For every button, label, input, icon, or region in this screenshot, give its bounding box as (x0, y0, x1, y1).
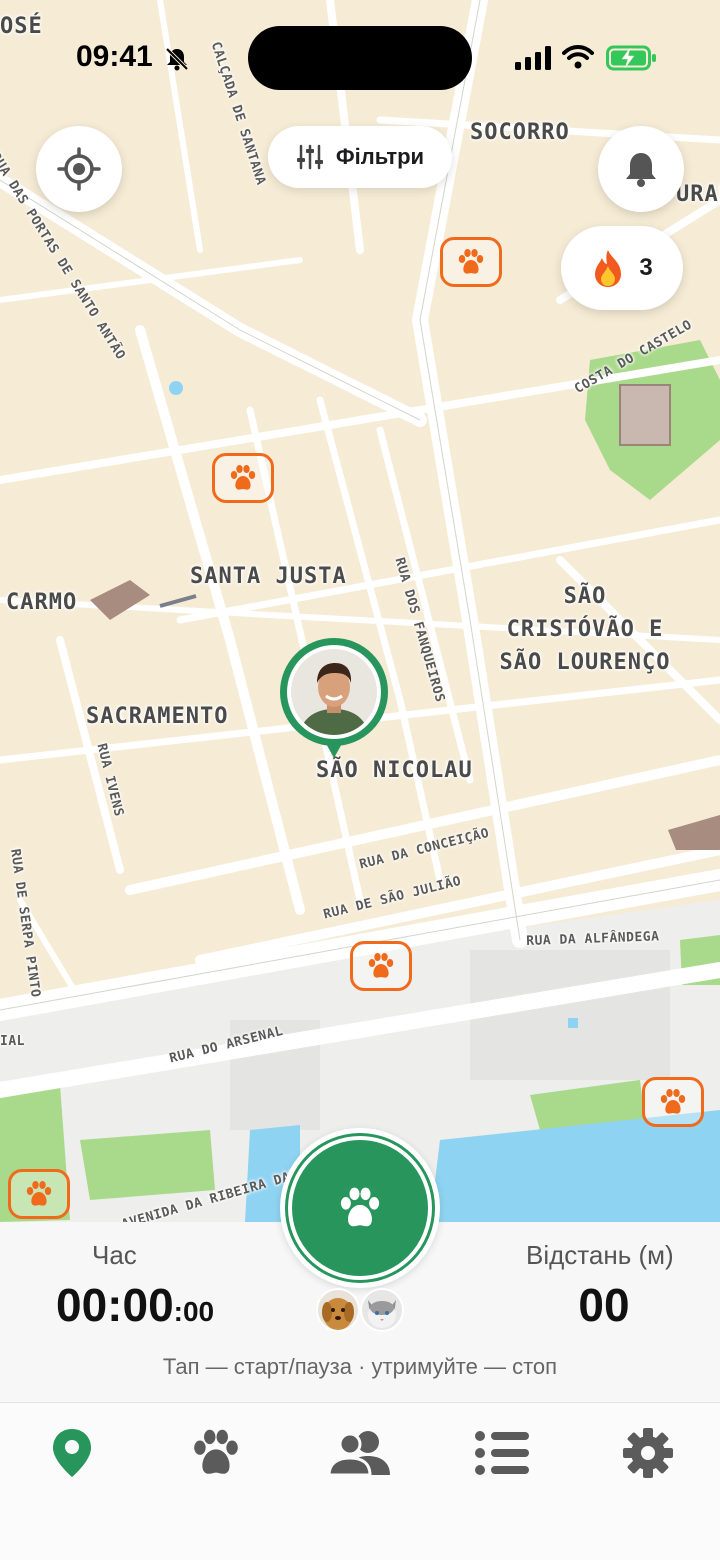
district-label-sao-cristovao: SÃO CRISTÓVÃO E SÃO LOURENÇO (490, 580, 680, 679)
district-line-3: SÃO LOURENÇO (499, 650, 671, 675)
district-line-1: SÃO (563, 584, 607, 609)
paw-icon (340, 1187, 380, 1227)
filters-button[interactable]: Фільтри (268, 126, 452, 188)
paw-icon (26, 1181, 52, 1206)
streak-count: 3 (639, 254, 653, 281)
distance-value: 00 (578, 1279, 630, 1331)
paw-marker[interactable] (350, 941, 412, 991)
district-label-urar: URAR (676, 182, 720, 207)
gear-icon (623, 1428, 673, 1478)
paw-icon (230, 465, 256, 490)
start-walk-button[interactable] (280, 1128, 440, 1288)
district-label-sacramento: SACRAMENTO (86, 704, 229, 729)
map-pin-icon (53, 1429, 91, 1477)
start-walk-button-inner (288, 1136, 432, 1280)
user-pin-ring (280, 638, 388, 746)
cat-avatar (362, 1290, 402, 1330)
dog-avatar (318, 1290, 358, 1330)
user-avatar (287, 645, 381, 739)
notifications-button[interactable] (598, 126, 684, 212)
district-label-santa-justa: SANTA JUSTA (190, 564, 347, 589)
wifi-icon (562, 45, 594, 69)
time-main: 00:00 (56, 1279, 174, 1331)
bell-icon (626, 153, 656, 187)
signal-icon (515, 46, 551, 70)
tab-settings[interactable] (608, 1423, 688, 1483)
sliders-icon (296, 144, 323, 170)
pet-avatar-cat[interactable] (360, 1288, 404, 1332)
battery-charging-icon (606, 45, 656, 71)
paw-marker[interactable] (8, 1169, 70, 1219)
tab-friends[interactable] (320, 1423, 400, 1483)
crosshair-icon (57, 147, 101, 191)
walk-hint: Тап — старт/пауза · утримуйте — стоп (162, 1354, 558, 1379)
dynamic-island (248, 26, 472, 90)
paw-icon (660, 1089, 686, 1114)
paw-marker[interactable] (642, 1077, 704, 1127)
bell-slash-icon (165, 47, 189, 71)
user-photo (291, 649, 377, 735)
paw-icon (458, 249, 484, 274)
users-icon (328, 1431, 390, 1477)
locate-me-button[interactable] (36, 126, 122, 212)
paw-icon (194, 1429, 238, 1474)
time-fraction: :00 (173, 1296, 215, 1327)
status-time: 09:41 (76, 40, 153, 73)
district-label-socorro: SOCORRO (470, 120, 570, 145)
list-icon (475, 1431, 529, 1475)
user-pin-tip (324, 740, 344, 758)
tab-list[interactable] (462, 1423, 542, 1483)
tab-bar (0, 1402, 720, 1560)
district-label-carmo: CARMO (6, 590, 78, 615)
fire-icon (595, 250, 622, 287)
paw-marker[interactable] (212, 453, 274, 503)
time-value: 00:00:00 (56, 1278, 214, 1332)
time-label: Час (92, 1240, 137, 1270)
paw-marker[interactable] (440, 237, 502, 287)
district-line-2: CRISTÓVÃO E (506, 617, 664, 642)
pet-avatar-dog[interactable] (316, 1288, 360, 1332)
user-location-pin[interactable] (280, 638, 388, 762)
street-label: IAL (0, 1034, 25, 1049)
distance-label: Відстань (м) (526, 1240, 674, 1270)
district-label-ose: OSÉ (0, 14, 43, 39)
tab-pets[interactable] (176, 1423, 256, 1483)
paw-icon (368, 953, 394, 978)
filters-label: Фільтри (335, 144, 425, 169)
tab-map[interactable] (32, 1423, 112, 1483)
streak-badge[interactable]: 3 (561, 226, 683, 310)
